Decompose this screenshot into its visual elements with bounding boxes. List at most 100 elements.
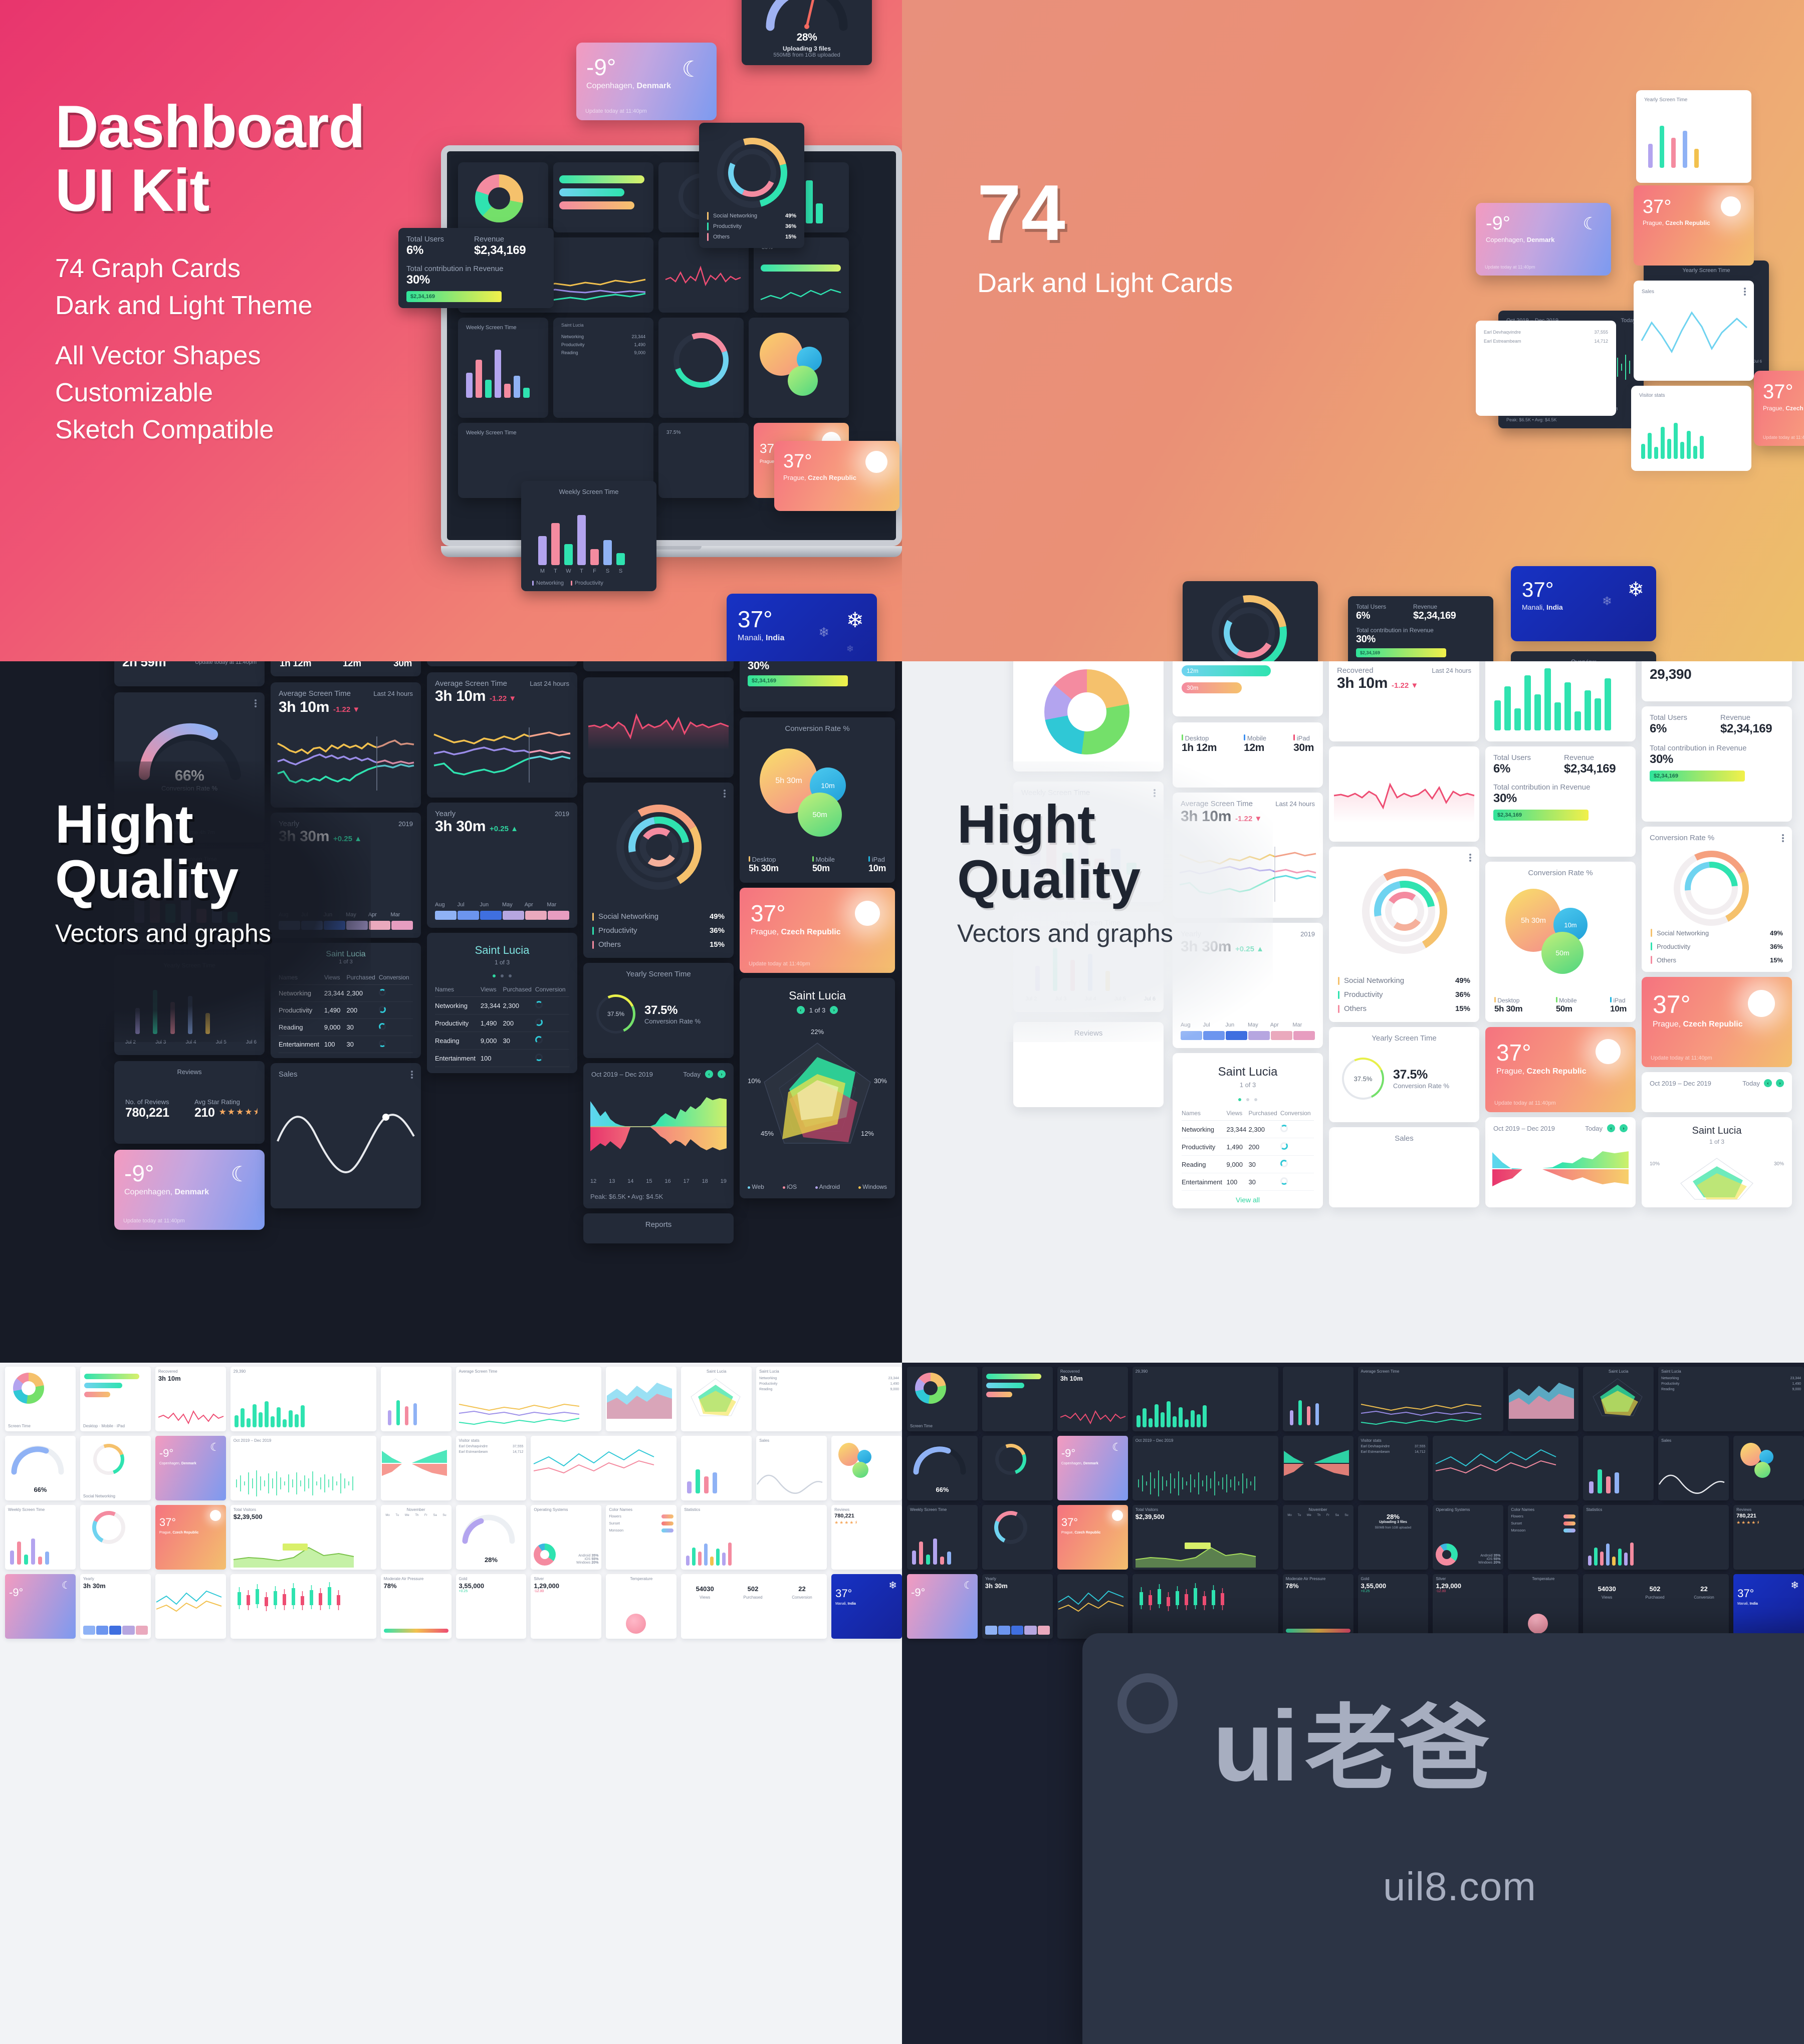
thumb-reviews-dark[interactable]: Reviews 780,221 ★★★★⯨ [1733, 1505, 1804, 1570]
saint-lucia-radar-card-mr[interactable]: Saint Lucia 1 of 3 10% 30% [1642, 1117, 1792, 1207]
thumb-gauge2[interactable]: 28% [456, 1505, 527, 1570]
recovered-card-mr[interactable]: Recovered Last 24 hours 3h 10m -1.22 ▼ [1329, 661, 1479, 741]
mini-card-conv[interactable]: 37.5% [658, 423, 749, 498]
next-button[interactable]: › [718, 1070, 726, 1078]
weather-card-prague-tl[interactable]: 37° Prague, Czech Republic [774, 441, 899, 511]
thumb-bars2-dark[interactable] [1282, 1367, 1354, 1431]
ring-legend-card-mr[interactable]: Conversion Rate % Social Networking 49% … [1642, 827, 1792, 972]
mini-card-weekly-bars[interactable]: Weekly Screen Time [458, 318, 548, 418]
thumb-reviews[interactable]: Reviews 780,221 ★★★★⯨ [831, 1505, 902, 1570]
ring-card-floating[interactable]: Social Networking 49% Productivity 36% O… [699, 123, 804, 248]
weather-card-copenhagen[interactable]: -9° Copenhagen, Denmark Update today at … [576, 43, 717, 120]
thumb-ring[interactable]: Social Networking [80, 1436, 151, 1500]
thumb-waveform[interactable]: Oct 2019 – Dec 2019 [230, 1436, 376, 1500]
thumb-radar-dark[interactable]: Saint Lucia [1583, 1367, 1654, 1431]
thumb-upload-dark[interactable]: 28% Uploading 3 files 550MB from 1GB upl… [1358, 1505, 1429, 1570]
thumb-radar[interactable]: Saint Lucia [681, 1367, 752, 1431]
more-icon[interactable] [1744, 288, 1746, 296]
thumb-gauge[interactable]: 66% [5, 1436, 76, 1500]
weather-card-prague-mr[interactable]: 37° Prague, Czech Republic Update today … [1485, 1027, 1636, 1112]
mini-card-donut[interactable] [458, 162, 548, 232]
more-icon[interactable] [255, 699, 257, 707]
devices-card-ml[interactable]: Desktop 1h 12m Mobile 12m iPad 30m [271, 661, 421, 676]
thumb-temperature[interactable]: Temperature [606, 1574, 677, 1639]
weather-card-prague-tr[interactable]: 37° Prague, Czech Republic Update today … [1754, 371, 1804, 446]
ring-legend-card-tr[interactable]: Social Networking 49% Productivity 36% O… [1183, 581, 1318, 661]
gradient-bars-card-mr[interactable]: 1h 10m 12m 30m [1173, 661, 1323, 716]
thumb-ring-dark[interactable] [982, 1436, 1053, 1500]
peak-card-ml[interactable]: 1h 12m12m30m [427, 661, 577, 666]
pie-card-mr[interactable] [1013, 661, 1164, 772]
thumb-weather-prague-dark[interactable]: 37° Prague, Czech Republic [1057, 1505, 1128, 1570]
thumb-table[interactable]: Saint Lucia Networking 23,344 Productivit… [756, 1367, 902, 1431]
sales-card-mr[interactable]: Sales [1329, 1127, 1479, 1207]
thumb-ring2-dark[interactable] [982, 1505, 1053, 1570]
saint-lucia-radar-card-ml[interactable]: Saint Lucia ‹ 1 of 3 › 22% 30% 12% 45% 1… [740, 978, 895, 1198]
thumb-weather-orange[interactable]: 37° Prague, Czech Republic [155, 1505, 226, 1570]
thumb-gauge-dark[interactable]: 66% [907, 1436, 978, 1500]
thumb-candles[interactable] [230, 1574, 376, 1639]
next-button[interactable]: › [830, 1006, 838, 1014]
thumb-silver[interactable]: Silver 1,29,000 -12.00 [531, 1574, 602, 1639]
prev-button[interactable]: ‹ [705, 1070, 713, 1078]
reviews-card-ml[interactable]: Reviews No. of Reviews 780,221 Avg Star … [114, 1061, 265, 1144]
thumb-bars-dark[interactable]: 29,390 [1132, 1367, 1278, 1431]
thumb-bars-colored[interactable] [380, 1367, 452, 1431]
thumb-spark-dark[interactable]: Recovered 3h 10m [1057, 1367, 1128, 1431]
saint-lucia-table-card-ml[interactable]: Saint Lucia 1 of 3 Names Views Purchased C… [427, 933, 577, 1073]
thumb-table-dark[interactable]: Saint Lucia Networking 23,344 Productivit… [1658, 1367, 1804, 1431]
weather-card-manali[interactable]: 37° Manali, India ❄ ❄ ❄ [727, 594, 877, 661]
thumb-area-dark[interactable] [1508, 1367, 1579, 1431]
thumb-totalvisitors-dark[interactable]: Total Visitors $2,39,500 [1132, 1505, 1278, 1570]
revenue-card-mr[interactable]: Total Users 6% Revenue $2,34,169 Total c… [1642, 706, 1792, 822]
weather-card-copenhagen-tr[interactable]: -9° Copenhagen, Denmark Update today at … [1476, 203, 1611, 276]
thumb-multiline-dark[interactable]: Average Screen Time [1358, 1367, 1504, 1431]
total-users-card[interactable]: Total Users 6% Revenue $2,34,169 Total c… [398, 228, 554, 308]
view-all-link[interactable]: View all [279, 1053, 413, 1058]
thumb-totalvisitors[interactable]: Total Visitors $2,39,500 [230, 1505, 376, 1570]
recovered-spark-card-mr[interactable] [1329, 746, 1479, 842]
view-all-link[interactable]: View all [435, 1067, 569, 1073]
thumb-weather-night[interactable]: -9° ☾ [5, 1574, 76, 1639]
total-users-card-mr[interactable]: Total Users 6% Revenue $2,34,169 Total c… [1485, 746, 1636, 857]
bubbles-card-mr[interactable]: Conversion Rate % 5h 30m 10m 50m Desktop… [1485, 862, 1636, 1022]
mini-card-table[interactable]: Saint Lucia Networking 23,344 Productivit… [553, 318, 653, 418]
thumb-spark-red[interactable]: Recovered 3h 10m [155, 1367, 226, 1431]
average-screen-time-card-ml2[interactable]: Average Screen Time Last 24 hours 3h 10m… [427, 672, 577, 798]
activity-donut-card-ml[interactable]: Social Networking 49% Productivity 36% O… [583, 783, 734, 958]
thumb-silver-dark[interactable]: Silver 1,29,000 -12.00 [1433, 1574, 1504, 1639]
thumb-weather-snow-dark[interactable]: 37° Manali, India ❄ [1733, 1574, 1804, 1639]
date-range-card-mr[interactable]: Oct 2019 – Dec 2019 Today ‹ › [1485, 1117, 1636, 1207]
weather-card-prague-mr2[interactable]: 37° Prague, Czech Republic Update today … [1642, 977, 1792, 1067]
yearly-conversion-card-mr[interactable]: Yearly Screen Time 37.5% 37.5% Conversio… [1329, 1027, 1479, 1122]
more-icon[interactable] [411, 1070, 413, 1079]
thumb-pie-dark[interactable]: Screen Time [907, 1367, 978, 1431]
next-button[interactable]: › [1620, 1124, 1628, 1132]
next-button[interactable]: › [1776, 1079, 1784, 1087]
date-range-area-card-ml[interactable]: Oct 2019 – Dec 2019 Today ‹ › 12 13 14 1… [583, 1063, 734, 1208]
more-icon[interactable] [724, 790, 726, 798]
bar-grid-card-mr[interactable] [1485, 661, 1636, 741]
yearly-card-ml2[interactable]: Yearly 2019 3h 30m +0.25 ▲ Aug Jul Jun May… [427, 803, 577, 928]
thumb-os[interactable]: Operating Systems Android 35% iOS 55% Wi… [531, 1505, 602, 1570]
thumb-calendar[interactable]: November Mo Tu We Th Fr Sa Su [380, 1505, 452, 1570]
thumb-gradbars-dark[interactable] [982, 1367, 1053, 1431]
thumb-weekly-dark[interactable]: Weekly Screen Time [907, 1505, 978, 1570]
thumb-pie[interactable]: Screen Time [5, 1367, 76, 1431]
total-users-card-tr[interactable]: Total Users 6% Revenue $2,34,169 Total c… [1348, 596, 1493, 661]
weather-card-copenhagen-ml[interactable]: -9° Copenhagen, Denmark Update today at … [114, 1150, 265, 1230]
thumb-weather-blue[interactable]: -9° Copenhagen, Denmark ☾ [155, 1436, 226, 1500]
thumb-colors-dark[interactable]: Color Names Flowers Sunset Monsoon [1508, 1505, 1579, 1570]
bubbles-card-ml[interactable]: Conversion Rate % 5h 30m 10m 50m Desktop… [740, 717, 895, 883]
activity-donut-card-mr[interactable]: Social Networking 49% Productivity 36% O… [1329, 847, 1479, 1022]
mini-card-gradient-bars[interactable] [553, 162, 653, 232]
thumb-sales[interactable]: Sales [756, 1436, 827, 1500]
weather-card-prague-ml[interactable]: 37° Prague, Czech Republic Update today … [740, 888, 895, 973]
mini-card-bubbles[interactable] [749, 318, 849, 418]
thumb-temperature-dark[interactable]: Temperature [1508, 1574, 1579, 1639]
thumb-numbers[interactable]: 54030 Views 502 Purchased 22 Conversion [681, 1574, 827, 1639]
thumb-candles-dark[interactable] [1132, 1574, 1278, 1639]
thumb-waveform-dark[interactable]: Oct 2019 – Dec 2019 [1132, 1436, 1278, 1500]
saint-lucia-table-card-mr[interactable]: Saint Lucia 1 of 3 Names Views Purchased C… [1173, 1053, 1323, 1208]
recovered-card-ml[interactable] [583, 677, 734, 778]
